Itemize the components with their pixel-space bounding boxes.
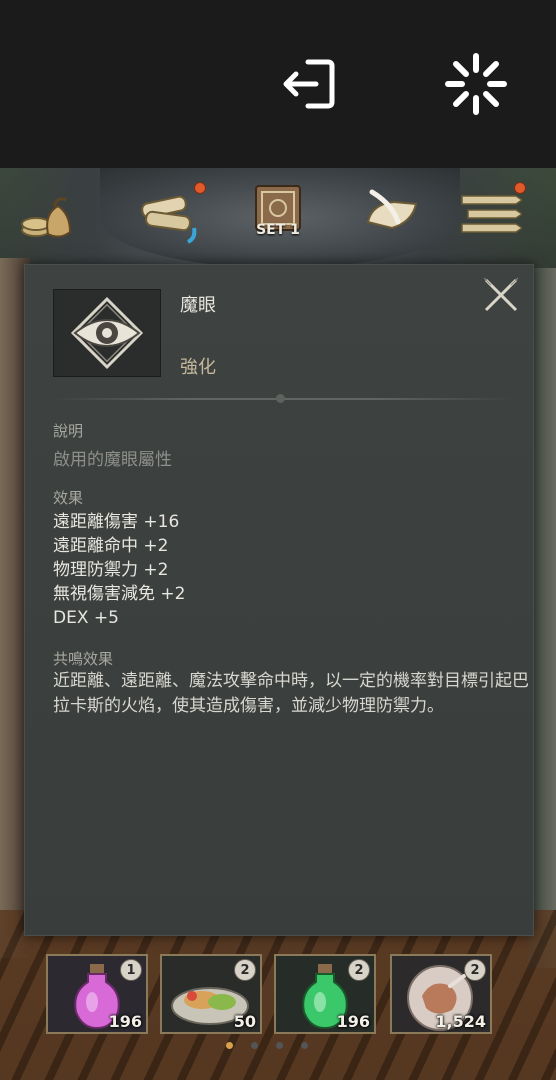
slot-badge: 2 (348, 959, 370, 981)
menu-icon[interactable] (458, 180, 526, 244)
resonance-text: 近距離、遠距離、魔法攻擊命中時，以一定的機率對目標引起巴拉卡斯的火焰，使其造成傷… (53, 671, 529, 716)
effect-line: 遠距離命中 +2 (53, 536, 169, 556)
description-heading: 說明 (53, 422, 84, 440)
consumable-slot[interactable]: 2 1,524 (390, 954, 492, 1034)
effect-line: 遠距離傷害 +16 (53, 512, 180, 532)
eye-icon (70, 296, 144, 370)
description-text: 啟用的魔眼屬性 (53, 450, 172, 470)
consumable-slot[interactable]: 2 196 (274, 954, 376, 1034)
slot-badge: 1 (120, 959, 142, 981)
skill-type: 強化 (180, 357, 216, 378)
page-dot[interactable] (276, 1042, 283, 1049)
page-dot[interactable] (251, 1042, 258, 1049)
effect-line: 物理防禦力 +2 (53, 560, 169, 580)
skill-set-label: SET 1 (256, 222, 300, 238)
alert-dot (514, 182, 526, 194)
coin-bag-icon[interactable] (14, 184, 78, 248)
slot-badge: 2 (234, 959, 256, 981)
quill-scroll-icon[interactable] (358, 182, 422, 246)
scroll-bundle-icon[interactable] (134, 182, 206, 246)
page-indicator (226, 1042, 316, 1050)
skill-name: 魔眼 (180, 295, 216, 316)
exit-icon[interactable] (278, 52, 342, 116)
skill-tooltip-panel: 魔眼 強化 說明 啟用的魔眼屬性 效果 遠距離傷害 +16 遠距離命中 +2 物… (24, 264, 534, 936)
page-dot[interactable] (301, 1042, 308, 1049)
consumable-slot[interactable]: 2 50 (160, 954, 262, 1034)
effect-line: DEX +5 (53, 608, 119, 628)
slot-badge: 2 (464, 959, 486, 981)
effect-line: 無視傷害減免 +2 (53, 584, 186, 604)
slot-count: 196 (108, 1012, 142, 1031)
effects-heading: 效果 (53, 489, 84, 507)
alert-dot (194, 182, 206, 194)
slot-count: 1,524 (435, 1012, 486, 1031)
divider-ornament (276, 394, 285, 403)
consumable-slot[interactable]: 1 196 (46, 954, 148, 1034)
close-button[interactable] (481, 275, 521, 315)
skill-icon-frame (53, 289, 161, 377)
page-dot[interactable] (226, 1042, 233, 1049)
slot-count: 50 (233, 1012, 256, 1031)
slot-count: 196 (336, 1012, 370, 1031)
system-top-bar (0, 0, 556, 168)
loading-spinner-icon (445, 53, 507, 115)
resonance-heading: 共鳴效果 (53, 650, 114, 668)
